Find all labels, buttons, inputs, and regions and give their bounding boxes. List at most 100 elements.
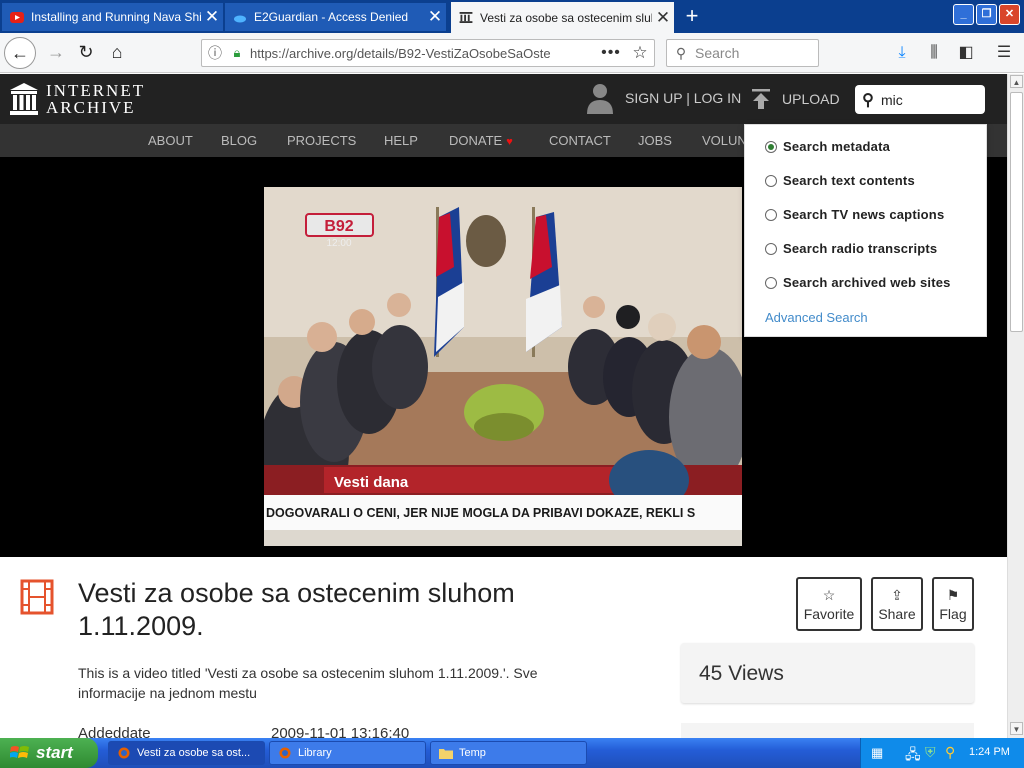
item-description: This is a video titled 'Vesti za osobe s… [78, 665, 538, 701]
tab-archive[interactable]: Vesti za osobe sa ostecenim sluhom ✕ [451, 2, 675, 33]
scroll-down-icon[interactable]: ▼ [1010, 722, 1023, 735]
page-scrollbar[interactable]: ▲ ▼ [1007, 74, 1024, 738]
scroll-up-icon[interactable]: ▲ [1010, 75, 1023, 88]
item-title: Vesti za osobe sa ostecenim sluhom 1.11.… [78, 578, 515, 641]
radio-selected-icon[interactable] [765, 140, 777, 153]
cloud-icon [234, 15, 246, 22]
share-icon: ⇪ [891, 586, 903, 603]
nav-help[interactable]: HELP [384, 133, 418, 148]
flag-button[interactable]: ⚑ Flag [932, 577, 974, 631]
nav-blog[interactable]: BLOG [221, 133, 257, 148]
option-label: Search text contents [783, 173, 915, 188]
option-label: Search archived web sites [783, 275, 951, 290]
nav-jobs[interactable]: JOBS [638, 133, 672, 148]
system-tray: ▦ 🖧︎ ⛨ ⚲ 1:24 PM [860, 738, 1024, 768]
bookmark-star-icon[interactable]: ☆ [626, 43, 654, 63]
nav-volunteer[interactable]: VOLUN [702, 133, 747, 148]
menu-icon[interactable]: ☰ [991, 41, 1017, 65]
tab-title: Vesti za osobe sa ostecenim sluhom [480, 10, 652, 25]
ia-header: INTERNET ARCHIVE SIGN UP | LOG IN UPLOAD… [0, 74, 1007, 124]
keyboard-icon[interactable]: ▦ [871, 745, 883, 761]
start-label: start [36, 743, 73, 762]
nav-donate-label: DONATE [449, 133, 503, 148]
views-count: 45 Views [681, 643, 974, 703]
lower-third-text: Vesti dana [334, 474, 409, 491]
clock: 1:24 PM [969, 746, 1010, 758]
tab-e2guardian[interactable]: E2Guardian - Access Denied ✕ [225, 3, 447, 31]
nav-projects[interactable]: PROJECTS [287, 133, 356, 148]
tab-youtube[interactable]: Installing and Running Nava Shield ✕ [2, 3, 224, 31]
share-button[interactable]: ⇪ Share [871, 577, 923, 631]
close-tab-icon[interactable]: ✕ [424, 7, 446, 27]
radio-icon[interactable] [765, 242, 777, 255]
nav-about[interactable]: ABOUT [148, 133, 193, 148]
scroll-thumb[interactable] [1010, 92, 1023, 332]
radio-icon[interactable] [765, 174, 777, 187]
upload-icon [752, 89, 770, 109]
search-icon: ⚲ [675, 44, 687, 61]
search-option-metadata[interactable]: Search metadata [765, 139, 890, 154]
search-icon[interactable]: ⚲ [855, 90, 881, 110]
ia-logo[interactable]: INTERNET ARCHIVE [10, 82, 145, 116]
upload-button[interactable]: UPLOAD [750, 88, 840, 110]
folder-icon [439, 749, 453, 759]
url-text[interactable]: https://archive.org/details/B92-VestiZaO… [246, 46, 596, 61]
tab-title: E2Guardian - Access Denied [254, 10, 409, 24]
favorite-label: Favorite [803, 605, 855, 622]
back-icon[interactable]: ← [4, 37, 36, 69]
browser-tab-strip: Installing and Running Nava Shield ✕ E2G… [0, 0, 1024, 33]
taskbar: start Vesti za osobe sa ost... Library T… [0, 738, 1024, 768]
reload-icon[interactable]: ↻ [70, 37, 102, 69]
taskbar-item-temp[interactable]: Temp [430, 741, 587, 765]
browser-search-input[interactable]: ⚲ Search [666, 39, 819, 67]
option-label: Search radio transcripts [783, 241, 938, 256]
search-option-tv[interactable]: Search TV news captions [765, 207, 944, 222]
home-icon[interactable]: ⌂ [101, 37, 133, 69]
search-options-dropdown: Search metadata Search text contents Sea… [744, 124, 987, 337]
start-button[interactable]: start [0, 738, 98, 768]
sidebar-icon[interactable]: ◧ [953, 41, 979, 65]
page-actions-icon[interactable]: ••• [596, 44, 626, 62]
forward-icon[interactable]: → [40, 37, 72, 69]
taskbar-item-label: Vesti za osobe sa ost... [137, 747, 251, 759]
favorite-button[interactable]: ☆ Favorite [796, 577, 862, 631]
youtube-icon [10, 11, 24, 23]
close-tab-icon[interactable]: ✕ [652, 8, 674, 28]
archive-icon [459, 12, 473, 23]
archive-temple-icon [10, 83, 38, 115]
video-frame[interactable]: B92 12:00 Vesti dana DOGOVARALI O CENI, … [264, 187, 742, 546]
radio-icon[interactable] [765, 208, 777, 221]
search-value: mic [881, 91, 903, 108]
search-option-web[interactable]: Search archived web sites [765, 275, 951, 290]
url-bar[interactable]: ⓘ 🔒︎ https://archive.org/details/B92-Ves… [201, 39, 655, 67]
nav-donate[interactable]: DONATE ♥ [449, 133, 513, 148]
minimize-icon[interactable]: _ [953, 4, 974, 25]
taskbar-item-browser[interactable]: Vesti za osobe sa ost... [108, 741, 265, 765]
search-tray-icon[interactable]: ⚲ [945, 744, 955, 761]
ia-search-input[interactable]: ⚲ mic [855, 85, 985, 114]
info-icon[interactable]: ⓘ [202, 43, 228, 63]
close-tab-icon[interactable]: ✕ [201, 7, 223, 27]
search-option-radio[interactable]: Search radio transcripts [765, 241, 937, 256]
shield-icon[interactable]: ⛨ [925, 744, 936, 761]
search-option-text[interactable]: Search text contents [765, 173, 915, 188]
downloads-icon[interactable]: ⤓ [889, 41, 915, 65]
library-icon[interactable]: ⫼ [921, 41, 947, 65]
new-tab-button[interactable]: + [678, 3, 706, 31]
close-window-icon[interactable]: ✕ [999, 4, 1020, 25]
signin-link[interactable]: SIGN UP | LOG IN [625, 90, 741, 106]
advanced-search-link[interactable]: Advanced Search [765, 310, 868, 325]
stats-panel [681, 723, 974, 738]
radio-icon[interactable] [765, 276, 777, 289]
heart-icon: ♥ [506, 136, 513, 148]
taskbar-item-library[interactable]: Library [269, 741, 426, 765]
network-icon[interactable]: 🖧︎ [905, 744, 921, 768]
flag-icon: ⚑ [946, 586, 960, 603]
search-placeholder: Search [695, 45, 740, 61]
nav-contact[interactable]: CONTACT [549, 133, 611, 148]
lock-icon: 🔒︎ [233, 45, 241, 60]
restore-icon[interactable]: ❐ [976, 4, 997, 25]
item-details: Vesti za osobe sa ostecenim sluhom 1.11.… [0, 557, 1007, 738]
user-area: SIGN UP | LOG IN [585, 82, 741, 114]
taskbar-item-label: Temp [459, 747, 486, 759]
